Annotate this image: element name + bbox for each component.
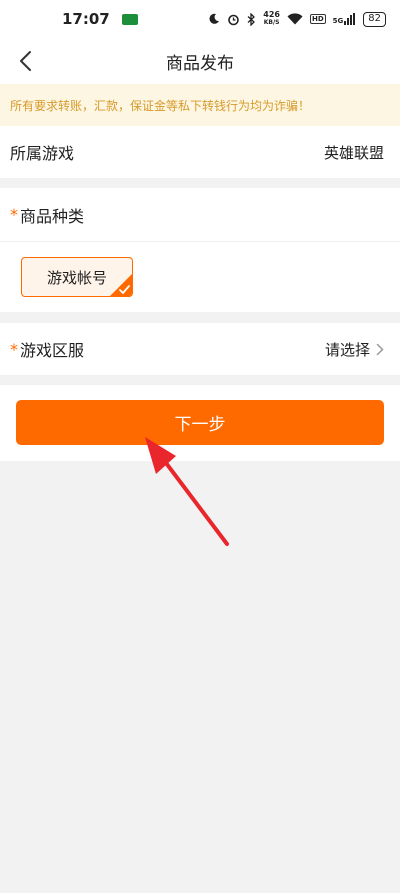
moon-icon xyxy=(209,13,220,24)
required-mark: * xyxy=(10,339,18,359)
next-step-button[interactable]: 下一步 xyxy=(16,400,384,445)
status-bar: 17:07 426 KB/S HD 5G 82 xyxy=(0,0,400,38)
server-label: 游戏区服 xyxy=(20,341,85,360)
signal-bars-icon xyxy=(344,13,356,25)
category-header: * 商品种类 xyxy=(0,188,400,242)
category-option-game-account[interactable]: 游戏帐号 xyxy=(21,257,133,297)
category-section: * 商品种类 游戏帐号 xyxy=(0,188,400,312)
required-mark: * xyxy=(10,205,18,224)
notice-text: 所有要求转账，汇款，保证金等私下转钱行为均为诈骗！ xyxy=(10,98,311,113)
nav-bar: 商品发布 xyxy=(0,38,400,84)
server-value: 请选择 xyxy=(325,339,384,360)
net-speed: 426 KB/S xyxy=(263,10,280,27)
bluetooth-icon xyxy=(247,12,256,26)
footer-section: 下一步 xyxy=(0,385,400,461)
server-row[interactable]: * 游戏区服 请选择 xyxy=(0,323,400,375)
hd-badge: HD xyxy=(309,14,326,24)
server-placeholder: 请选择 xyxy=(324,340,370,359)
game-row[interactable]: 所属游戏 英雄联盟 xyxy=(0,126,400,178)
game-value: 英雄联盟 xyxy=(323,143,384,162)
chevron-left-icon xyxy=(20,51,31,71)
game-label: 所属游戏 xyxy=(10,144,75,163)
battery-indicator: 82 xyxy=(363,11,386,27)
fraud-notice: 所有要求转账，汇款，保证金等私下转钱行为均为诈骗！ xyxy=(0,84,400,126)
wifi-icon xyxy=(287,13,303,25)
back-button[interactable] xyxy=(8,44,42,78)
status-icons: 426 KB/S HD 5G 82 xyxy=(208,11,386,27)
status-time: 17:07 xyxy=(62,10,110,28)
chevron-right-icon xyxy=(376,343,384,355)
app-notification-icon xyxy=(121,13,138,25)
check-corner-icon xyxy=(110,274,132,296)
alarm-icon xyxy=(228,14,240,25)
category-option-label: 游戏帐号 xyxy=(46,268,107,287)
cell-signal: 5G xyxy=(333,13,357,25)
page-title: 商品发布 xyxy=(166,53,234,74)
category-label: 商品种类 xyxy=(20,206,85,226)
